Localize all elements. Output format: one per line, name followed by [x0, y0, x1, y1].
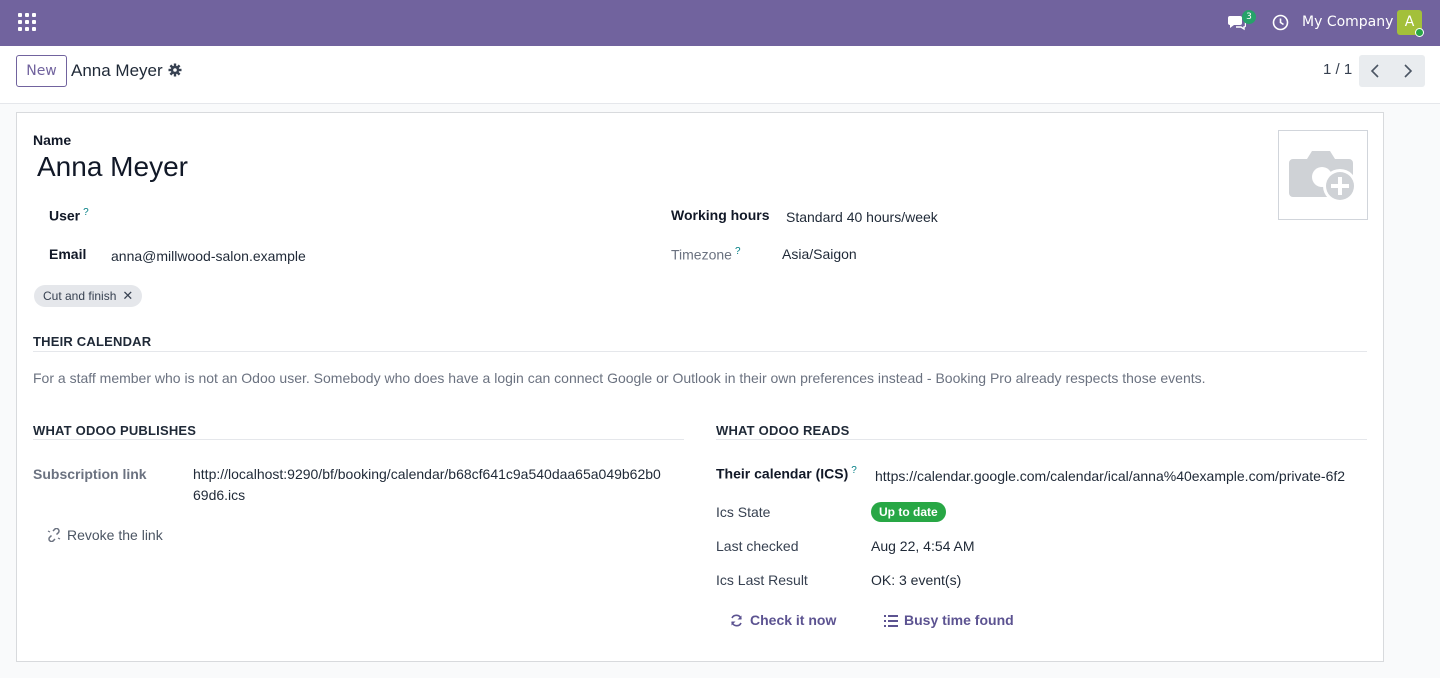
user-help-tooltip[interactable]: ? — [83, 207, 89, 218]
ics-url-field[interactable]: https://calendar.google.com/calendar/ica… — [875, 468, 1367, 484]
new-button[interactable]: New — [16, 55, 67, 87]
subscription-link-label: Subscription link — [33, 466, 147, 482]
working-hours-field[interactable]: Standard 40 hours/week — [786, 209, 938, 225]
chat-count-badge: 3 — [1242, 10, 1256, 24]
check-now-button[interactable]: Check it now — [730, 612, 836, 629]
clock-icon[interactable] — [1272, 14, 1289, 31]
revoke-link-button[interactable]: Revoke the link — [47, 527, 163, 544]
check-now-label: Check it now — [750, 612, 837, 628]
publishes-title: WHAT ODOO PUBLISHES — [33, 423, 197, 438]
user-label-text: User — [49, 207, 81, 224]
subscription-link-line-1[interactable]: http://localhost:9290/bf/booking/calenda… — [193, 466, 661, 482]
last-checked-value: Aug 22, 4:54 AM — [871, 538, 975, 554]
their-calendar-title: THEIR CALENDAR — [33, 334, 152, 349]
chevron-left-icon — [1370, 64, 1379, 78]
calendar-description: For a staff member who is not an Odoo us… — [33, 370, 1206, 386]
last-checked-label: Last checked — [716, 538, 799, 554]
camera-add-icon — [1289, 151, 1357, 203]
name-label: Name — [33, 132, 72, 148]
tag-remove-icon[interactable]: ✕ — [122, 288, 133, 303]
busy-time-button[interactable]: Busy time found — [884, 612, 1014, 629]
ics-help-tooltip[interactable]: ? — [851, 465, 857, 476]
user-field[interactable] — [111, 207, 591, 227]
apps-menu-icon[interactable] — [18, 13, 36, 31]
breadcrumb: Anna Meyer — [71, 61, 163, 80]
chevron-right-icon — [1404, 64, 1413, 78]
timezone-help-tooltip[interactable]: ? — [735, 246, 741, 257]
timezone-label-text: Timezone — [671, 246, 732, 263]
working-hours-label: Working hours — [671, 207, 770, 223]
gear-icon[interactable] — [168, 63, 182, 77]
unlink-icon — [47, 528, 61, 542]
form-sheet: Name Anna Meyer User? Email anna@millwoo… — [16, 112, 1384, 662]
email-label: Email — [49, 246, 87, 262]
user-label: User? — [49, 207, 89, 224]
top-navbar: 3 My Company A — [0, 0, 1440, 46]
refresh-icon — [731, 614, 742, 627]
company-switcher[interactable]: My Company — [1302, 14, 1393, 30]
pager-value[interactable]: 1 / 1 — [1323, 61, 1352, 78]
ics-state-badge: Up to date — [871, 502, 946, 522]
separator-line — [716, 439, 1367, 440]
timezone-field[interactable]: Asia/Saigon — [782, 246, 857, 262]
online-status-dot — [1415, 28, 1424, 37]
photo-placeholder[interactable] — [1278, 130, 1368, 220]
ics-state-label: Ics State — [716, 504, 771, 520]
skill-tag: Cut and finish ✕ — [34, 285, 143, 307]
ics-label-text: Their calendar (ICS) — [716, 465, 849, 482]
pager-next-button[interactable] — [1392, 55, 1425, 87]
separator-line — [33, 351, 1367, 352]
name-input[interactable]: Anna Meyer — [37, 151, 188, 183]
timezone-label: Timezone? — [671, 246, 741, 263]
tag-label: Cut and finish — [43, 289, 117, 303]
revoke-link-label: Revoke the link — [67, 527, 163, 543]
ics-last-result-value: OK: 3 event(s) — [871, 572, 962, 588]
ics-label: Their calendar (ICS)? — [716, 465, 857, 482]
reads-title: WHAT ODOO READS — [716, 423, 850, 438]
pager-previous-button[interactable] — [1359, 55, 1392, 87]
busy-time-label: Busy time found — [904, 612, 1014, 628]
list-icon — [884, 615, 898, 627]
control-panel: New Anna Meyer 1 / 1 — [0, 46, 1440, 104]
email-field[interactable]: anna@millwood-salon.example — [111, 248, 306, 264]
subscription-link-line-2[interactable]: 69d6.ics — [193, 487, 245, 503]
ics-last-result-label: Ics Last Result — [716, 572, 808, 588]
separator-line — [33, 439, 684, 440]
